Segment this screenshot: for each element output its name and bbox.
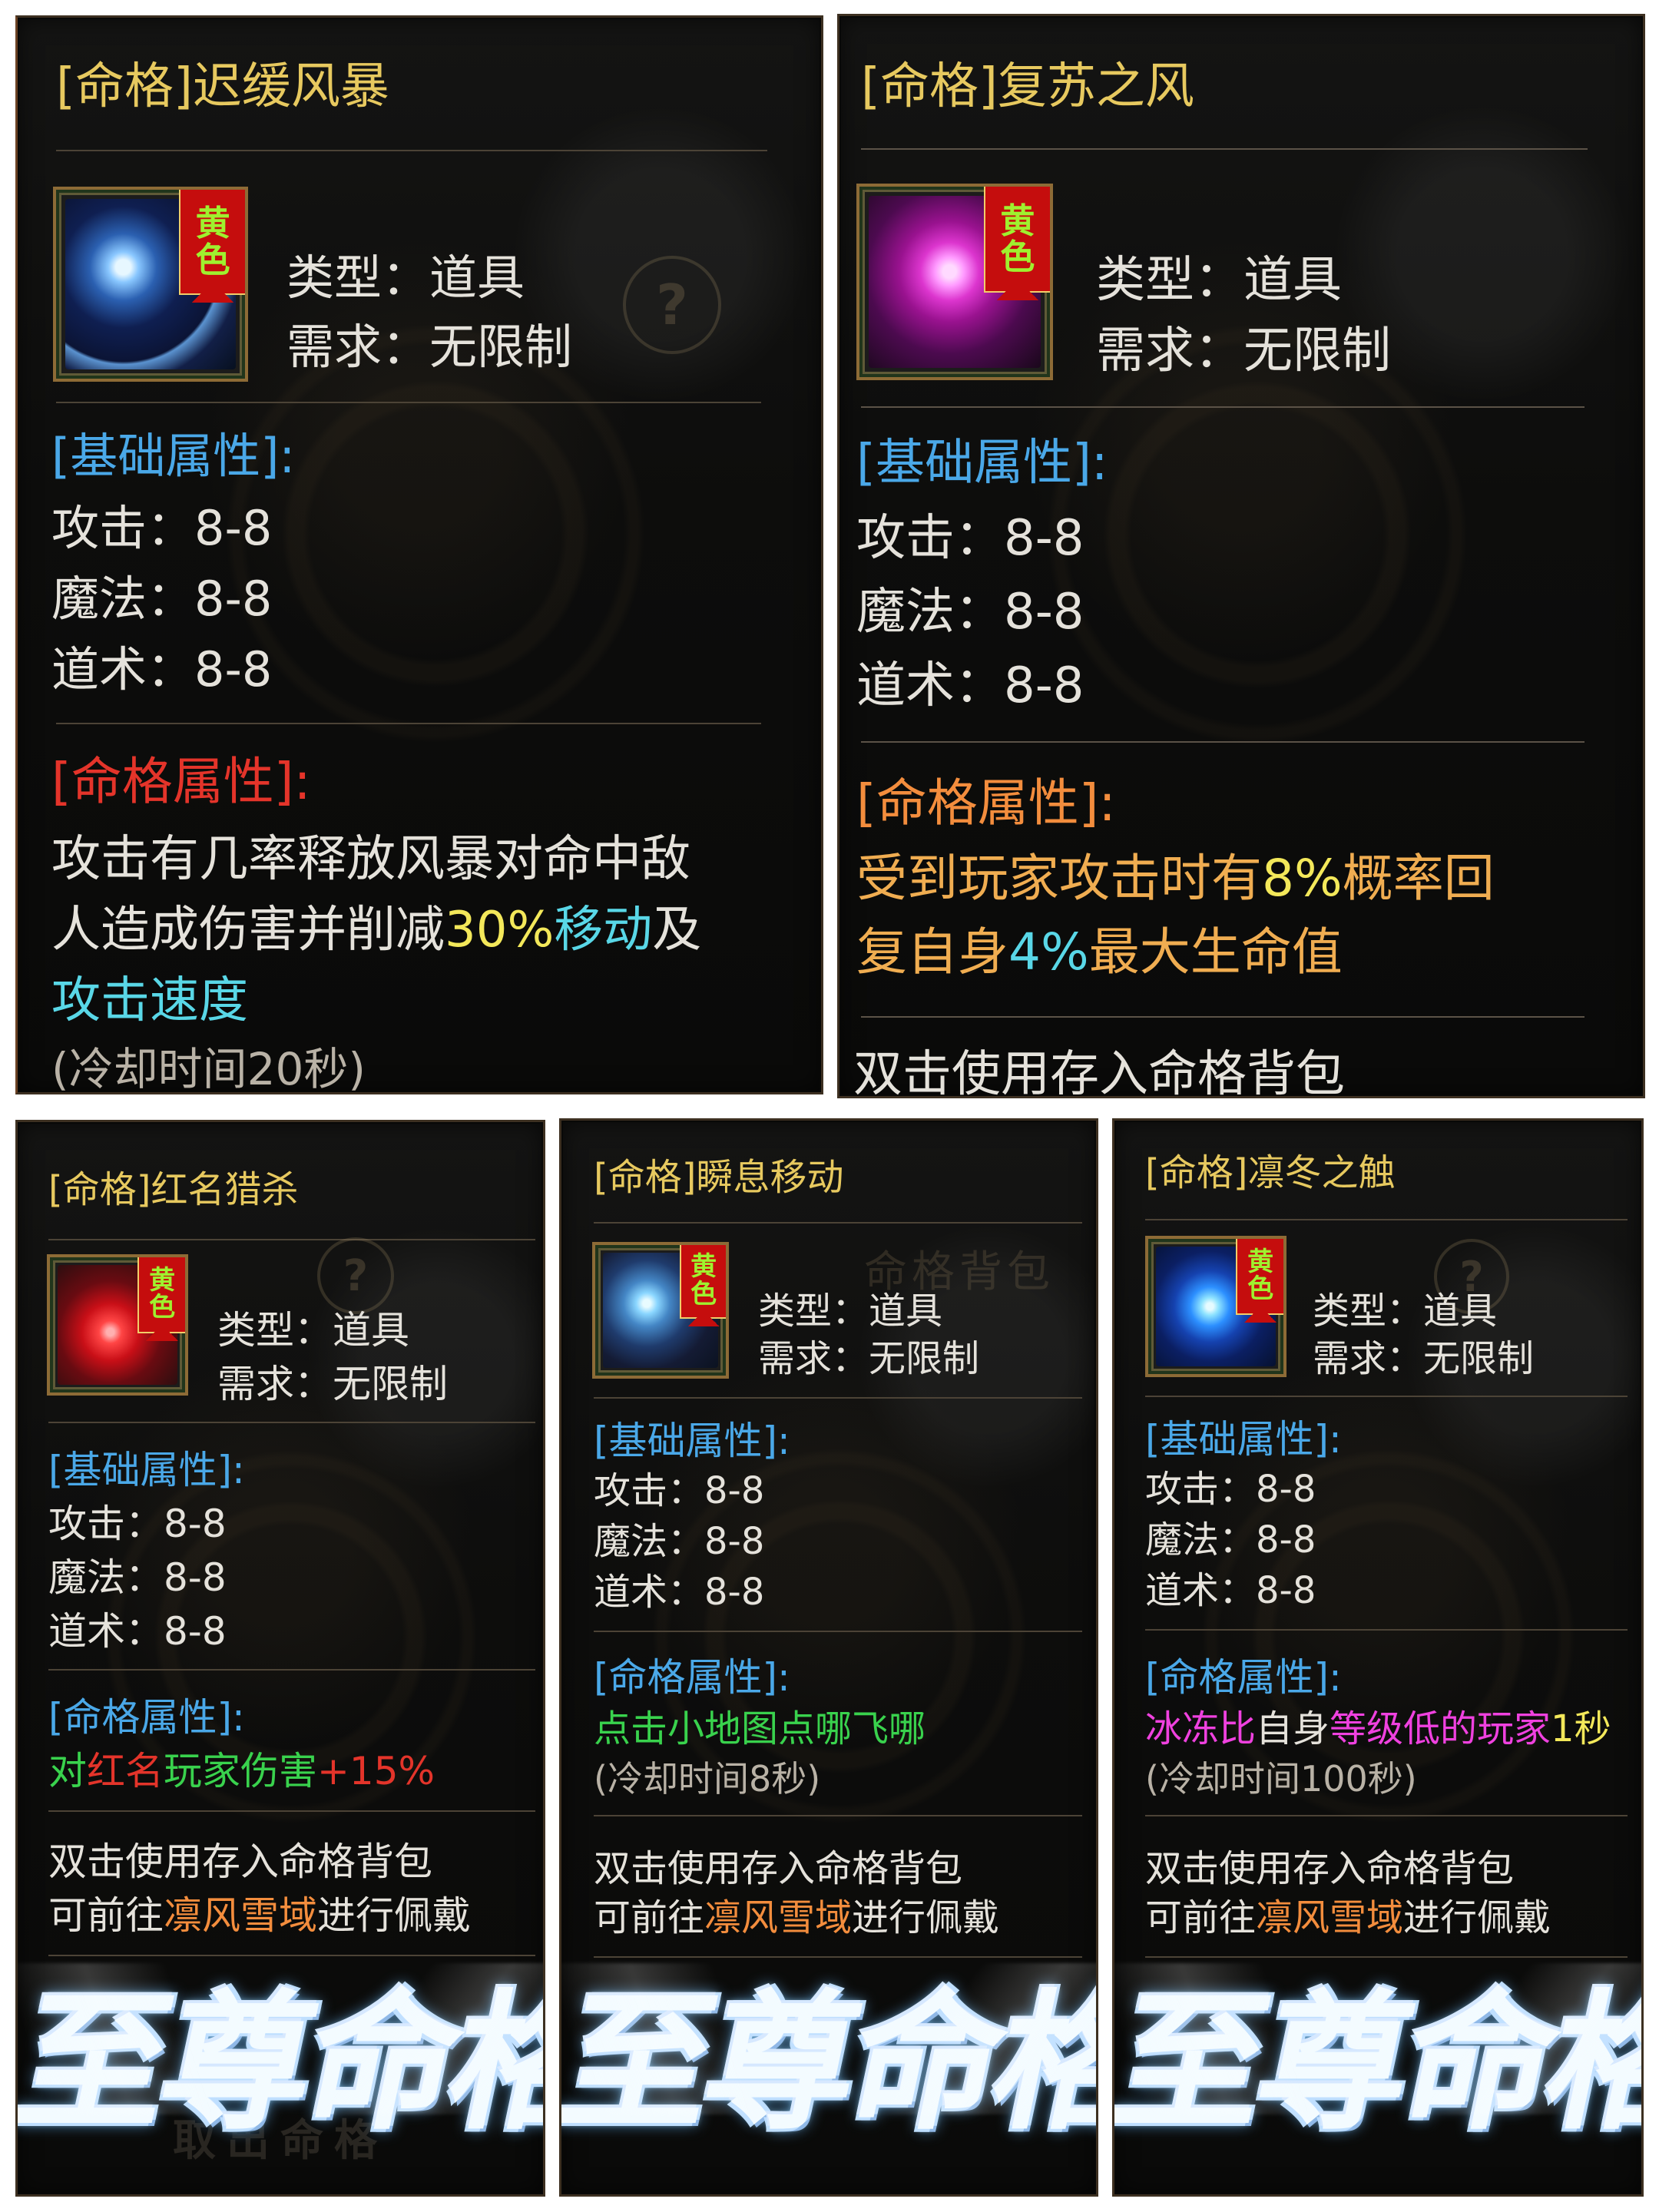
magic-stat: 魔法：8-8 (48, 1555, 227, 1600)
help-icon[interactable]: ? (623, 256, 721, 354)
tao-stat: 道术：8-8 (856, 657, 1084, 714)
storm-skill-icon[interactable]: 黄色 (53, 187, 248, 382)
usage-text: 双击使用存入命格背包 (594, 1847, 963, 1890)
item-type: 类型：道具 (1313, 1290, 1498, 1333)
divider (594, 1815, 1082, 1816)
tao-stat: 道术：8-8 (594, 1571, 765, 1614)
fate-effect: 对红名玩家伤害+15% (48, 1749, 435, 1793)
supreme-fate-banner: 至尊命格 (18, 1942, 543, 2157)
attack-stat: 攻击：8-8 (856, 510, 1084, 567)
item-requirement: 需求：无限制 (1096, 323, 1391, 379)
item-requirement: 需求：无限制 (217, 1362, 448, 1406)
fate-effect-line-3: 攻击速度 (51, 972, 248, 1029)
title-divider (594, 1222, 1082, 1224)
storm-card: [命格]迟缓风暴 ? 黄色 类型：道具 需求：无限制 [基础属性]: 攻击：8-… (15, 15, 823, 1094)
title-divider (861, 148, 1588, 150)
basic-attributes-header: [基础属性]: (1145, 1417, 1342, 1462)
basic-attributes-header: [基础属性]: (594, 1419, 790, 1463)
wind-burst-icon[interactable]: 黄色 (856, 184, 1053, 380)
item-type: 类型：道具 (1096, 252, 1342, 309)
fate-effect-line-1: 攻击有几率释放风暴对命中敌 (51, 831, 690, 888)
magic-stat: 魔法：8-8 (1145, 1518, 1316, 1561)
usage-text: 双击使用存入命格背包 (853, 1046, 1345, 1098)
magic-stat: 魔法：8-8 (51, 571, 273, 627)
magic-stat: 魔法：8-8 (594, 1520, 765, 1563)
cooldown-text: (冷却时间100秒) (1145, 1758, 1417, 1800)
fate-effect: 点击小地图点哪飞哪 (594, 1707, 926, 1750)
card-title: [命格]迟缓风暴 (56, 58, 389, 115)
fate-attributes-header: [命格属性]: (594, 1655, 790, 1700)
quality-tag: 黄色 (680, 1245, 726, 1326)
attack-stat: 攻击：8-8 (48, 1502, 227, 1546)
divider (594, 1631, 1082, 1632)
divider (48, 1669, 535, 1671)
divider (861, 741, 1584, 743)
item-type: 类型：道具 (217, 1308, 409, 1353)
frost-touch-icon[interactable]: 黄色 (1145, 1236, 1286, 1377)
divider (1145, 1396, 1628, 1397)
fate-effect-line-2: 人造成伤害并削减30%移动及 (51, 902, 702, 959)
red-hunt-icon[interactable]: 黄色 (47, 1254, 188, 1396)
title-divider (56, 150, 767, 151)
item-requirement: 需求：无限制 (286, 319, 573, 375)
fate-attributes-header: [命格属性]: (1145, 1655, 1342, 1700)
item-type: 类型：道具 (758, 1290, 943, 1333)
tao-stat: 道术：8-8 (51, 641, 273, 697)
quality-tag: 黄色 (983, 187, 1050, 301)
attack-stat: 攻击：8-8 (51, 500, 273, 556)
card-title: [命格]复苏之风 (861, 58, 1194, 115)
item-requirement: 需求：无限制 (1313, 1337, 1535, 1380)
card-title: [命格]瞬息移动 (594, 1156, 844, 1199)
divider (861, 406, 1584, 408)
usage-text: 双击使用存入命格背包 (48, 1839, 432, 1884)
help-icon[interactable]: ? (317, 1237, 394, 1314)
divider (861, 1016, 1584, 1018)
cooldown-text: (冷却时间8秒) (594, 1758, 821, 1800)
title-divider (48, 1239, 535, 1240)
location-text: 可前往凛风雪域进行佩戴 (48, 1893, 471, 1938)
fate-attributes-header: [命格属性]: (856, 773, 1116, 833)
usage-text: 双击使用存入命格背包 (1145, 1847, 1515, 1890)
supreme-fate-banner: 至尊命格 (561, 1942, 1096, 2157)
red-hunt-card: [命格]红名猎杀 ? 黄色 类型：道具 需求：无限制 [基础属性]: 攻击：8-… (15, 1120, 545, 2197)
quality-tag: 黄色 (137, 1257, 185, 1341)
attack-stat: 攻击：8-8 (594, 1469, 765, 1512)
location-text: 可前往凛风雪域进行佩戴 (594, 1896, 1000, 1939)
card-title: [命格]红名猎杀 (48, 1168, 299, 1211)
cooldown-text: (冷却时间20秒) (51, 1043, 366, 1094)
quality-tag: 黄色 (1236, 1239, 1283, 1323)
wind-card: [命格]复苏之风 黄色 类型：道具 需求：无限制 [基础属性]: 攻击：8-8 … (837, 14, 1645, 1098)
fate-attributes-header: [命格属性]: (51, 752, 311, 811)
divider (1145, 1815, 1628, 1816)
basic-attributes-header: [基础属性]: (48, 1448, 245, 1492)
divider (56, 723, 761, 724)
card-title: [命格]凛冬之触 (1145, 1151, 1396, 1194)
fate-effect-line-1: 受到玩家攻击时有8%概率回 (856, 849, 1495, 908)
attack-stat: 攻击：8-8 (1145, 1468, 1316, 1511)
teleport-skill-icon[interactable]: 黄色 (592, 1242, 729, 1379)
quality-tag: 黄色 (179, 190, 245, 303)
item-requirement: 需求：无限制 (758, 1337, 980, 1380)
supreme-fate-banner: 至尊命格 (1114, 1942, 1641, 2157)
divider (56, 402, 761, 403)
frost-card: [命格]凛冬之触 ? 黄色 类型：道具 需求：无限制 [基础属性]: 攻击：8-… (1112, 1118, 1644, 2197)
location-text: 可前往凛风雪域进行佩戴 (1145, 1896, 1551, 1939)
fate-effect: 冰冻比自身等级低的玩家1秒 (1145, 1707, 1611, 1750)
divider (594, 1397, 1082, 1399)
basic-attributes-header: [基础属性]: (51, 428, 296, 484)
fate-effect-line-2: 复自身4%最大生命值 (856, 922, 1343, 982)
divider (48, 1810, 535, 1812)
magic-stat: 魔法：8-8 (856, 584, 1084, 641)
fate-attributes-header: [命格属性]: (48, 1695, 245, 1740)
fate-bag-watermark: 命格背包 (864, 1247, 1055, 1297)
item-type: 类型：道具 (286, 250, 525, 306)
divider (1145, 1629, 1628, 1631)
basic-attributes-header: [基础属性]: (856, 435, 1108, 492)
tao-stat: 道术：8-8 (1145, 1569, 1316, 1612)
title-divider (1145, 1219, 1628, 1220)
tao-stat: 道术：8-8 (48, 1609, 227, 1654)
divider (48, 1422, 535, 1423)
teleport-card: [命格]瞬息移动 命格背包 黄色 类型：道具 需求：无限制 [基础属性]: 攻击… (559, 1118, 1098, 2197)
